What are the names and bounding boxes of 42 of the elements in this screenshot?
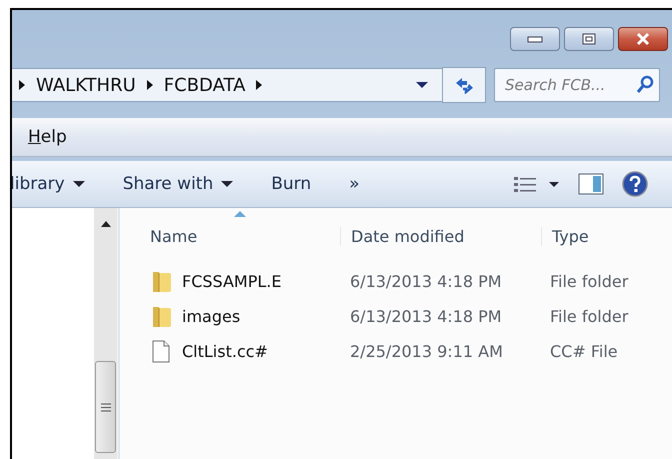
help-icon bbox=[622, 171, 648, 197]
minimize-button[interactable] bbox=[510, 27, 560, 51]
folder-icon bbox=[150, 304, 172, 328]
scroll-thumb[interactable] bbox=[95, 361, 116, 453]
chevron-icon bbox=[255, 79, 264, 91]
date-cell-text: 2/25/2013 9:11 AM bbox=[350, 342, 504, 361]
file-name[interactable]: FCSSAMPL.E bbox=[182, 272, 282, 291]
breadcrumb-item[interactable]: WALKTHRU bbox=[36, 74, 136, 96]
chevron-icon bbox=[146, 79, 154, 91]
preview-pane-button[interactable] bbox=[576, 171, 606, 197]
type-cell-text: File folder bbox=[550, 272, 630, 291]
help-button[interactable] bbox=[620, 169, 650, 199]
file-name[interactable]: images bbox=[182, 307, 240, 326]
toolbar-button[interactable]: Share with bbox=[112, 170, 244, 198]
dropdown-arrow-icon bbox=[221, 180, 234, 188]
date-cell-text: 6/13/2013 4:18 PM bbox=[350, 307, 503, 326]
date-cell-text: 6/13/2013 4:18 PM bbox=[350, 272, 503, 291]
minimize-icon bbox=[527, 35, 543, 43]
close-button[interactable] bbox=[618, 27, 668, 51]
close-icon bbox=[634, 32, 652, 46]
file-icon bbox=[150, 340, 172, 364]
maximize-button[interactable] bbox=[564, 27, 614, 51]
scrollbar[interactable] bbox=[94, 208, 118, 459]
toolbar-button[interactable]: » bbox=[339, 170, 370, 198]
menu-item[interactable]: Help bbox=[28, 127, 67, 147]
type-cell-text: File folder bbox=[550, 307, 630, 326]
type-cell-text: CC# File bbox=[550, 342, 619, 361]
breadcrumb-item[interactable]: FCBDATA bbox=[164, 74, 246, 96]
maximize-icon bbox=[582, 33, 596, 45]
folder-icon bbox=[150, 270, 172, 294]
refresh-button[interactable] bbox=[442, 67, 486, 103]
column-header[interactable]: Date modified bbox=[340, 227, 551, 246]
column-header[interactable]: Type bbox=[541, 227, 672, 246]
dropdown-arrow-icon bbox=[415, 81, 429, 89]
search-field[interactable]: Search FCB... bbox=[494, 68, 660, 102]
chevron-icon bbox=[18, 79, 26, 91]
address-bar[interactable]: WALKTHRU FCBDATA bbox=[12, 68, 444, 102]
dropdown-arrow-icon bbox=[72, 180, 85, 188]
toolbar-button[interactable]: Burn bbox=[261, 170, 322, 198]
scroll-up-arrow-icon[interactable] bbox=[101, 221, 112, 227]
search-icon bbox=[636, 75, 654, 95]
file-name[interactable]: CltList.cc# bbox=[182, 342, 268, 361]
